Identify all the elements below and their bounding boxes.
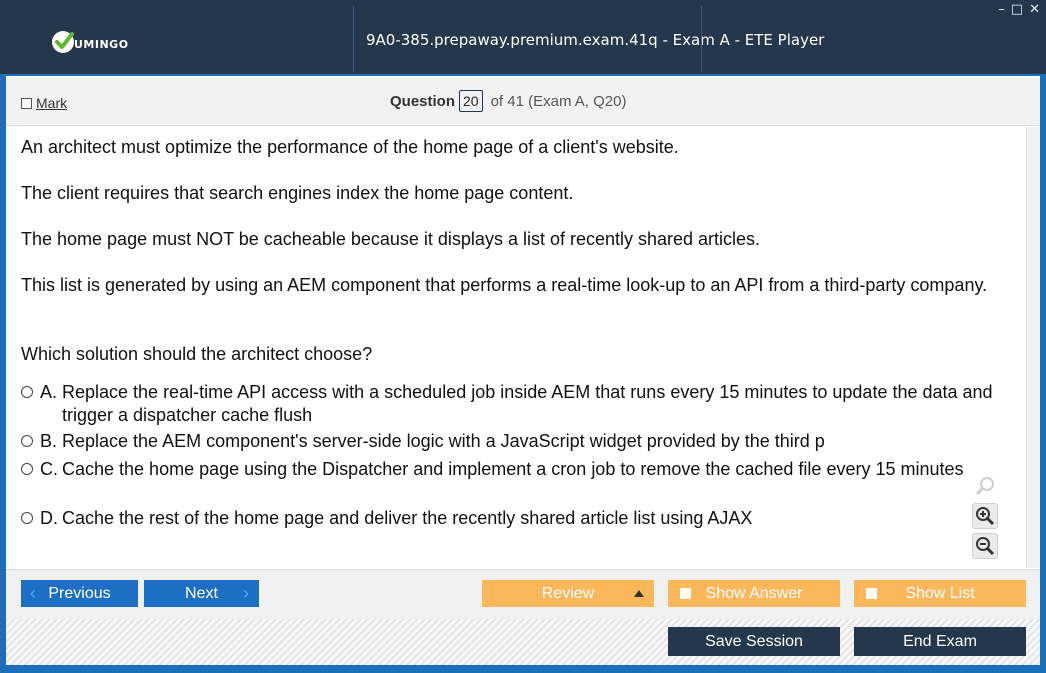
save-session-label: Save Session bbox=[705, 632, 803, 650]
show-answer-label: Show Answer bbox=[705, 584, 803, 602]
vertical-scrollbar[interactable] bbox=[1026, 127, 1040, 568]
show-list-label: Show List bbox=[905, 584, 975, 602]
caret-up-icon bbox=[634, 590, 644, 597]
app-logo: UMINGO bbox=[50, 26, 129, 56]
option-text[interactable]: Replace the real-time API access with a … bbox=[62, 381, 1011, 427]
question-paragraph: This list is generated by using an AEM c… bbox=[21, 275, 988, 295]
window-controls: – □ ✕ bbox=[998, 3, 1040, 17]
chevron-right-icon: › bbox=[243, 583, 249, 603]
option-letter: B. bbox=[40, 431, 58, 451]
question-word: Question bbox=[390, 92, 456, 110]
title-divider bbox=[701, 6, 702, 72]
end-exam-button[interactable]: End Exam bbox=[854, 627, 1026, 656]
close-icon[interactable]: ✕ bbox=[1029, 3, 1040, 17]
radio-button[interactable] bbox=[21, 463, 33, 475]
answer-option-a[interactable]: A. Replace the real-time API access with… bbox=[21, 381, 1011, 427]
option-letter: D. bbox=[40, 508, 58, 528]
option-text[interactable]: Cache the rest of the home page and deli… bbox=[62, 507, 971, 530]
question-total: of 41 (Exam A, Q20) bbox=[490, 92, 627, 110]
show-list-button[interactable]: Show List bbox=[854, 580, 1026, 607]
mark-label[interactable]: Mark bbox=[36, 95, 67, 111]
show-answer-button[interactable]: Show Answer bbox=[668, 580, 840, 607]
question-header: Mark Question 20 of 41 (Exam A, Q20) bbox=[6, 78, 1040, 126]
radio-button[interactable] bbox=[21, 386, 33, 398]
end-exam-label: End Exam bbox=[903, 632, 977, 650]
minimize-icon[interactable]: – bbox=[998, 3, 1005, 17]
next-button[interactable]: Next › bbox=[144, 580, 259, 607]
option-text[interactable]: Replace the AEM component's server-side … bbox=[62, 430, 1011, 453]
previous-label: Previous bbox=[48, 584, 111, 602]
checkbox-icon[interactable] bbox=[680, 588, 691, 599]
logo-text: UMINGO bbox=[74, 37, 129, 51]
title-divider bbox=[353, 6, 354, 72]
question-prompt: Which solution should the architect choo… bbox=[21, 344, 373, 364]
question-content: An architect must optimize the performan… bbox=[6, 127, 1026, 568]
window-title: 9A0-385.prepaway.premium.exam.41q - Exam… bbox=[366, 31, 825, 49]
answer-option-d[interactable]: D. Cache the rest of the home page and d… bbox=[21, 507, 971, 530]
question-paragraph: An architect must optimize the performan… bbox=[21, 137, 679, 157]
question-paragraph: The home page must NOT be cacheable beca… bbox=[21, 229, 761, 249]
previous-button[interactable]: ‹ Previous bbox=[21, 580, 138, 607]
frame-border bbox=[1040, 76, 1046, 673]
radio-button[interactable] bbox=[21, 512, 33, 524]
title-bar: UMINGO 9A0-385.prepaway.premium.exam.41q… bbox=[0, 0, 1046, 76]
answer-option-c[interactable]: C. Cache the home page using the Dispatc… bbox=[21, 458, 971, 481]
zoom-out-icon[interactable] bbox=[972, 533, 998, 559]
search-icon[interactable] bbox=[972, 473, 998, 499]
chevron-left-icon: ‹ bbox=[30, 583, 36, 603]
option-letter: C. bbox=[40, 459, 58, 479]
radio-button[interactable] bbox=[21, 435, 33, 447]
frame-border bbox=[0, 665, 1046, 673]
maximize-icon[interactable]: □ bbox=[1011, 3, 1023, 17]
option-text[interactable]: Cache the home page using the Dispatcher… bbox=[62, 458, 971, 481]
question-paragraph: The client requires that search engines … bbox=[21, 183, 574, 203]
question-number-input[interactable]: 20 bbox=[459, 90, 483, 112]
question-counter: Question 20 of 41 (Exam A, Q20) bbox=[390, 90, 627, 112]
mark-checkbox[interactable]: Mark bbox=[21, 95, 67, 111]
save-session-button[interactable]: Save Session bbox=[668, 627, 840, 656]
review-label: Review bbox=[541, 584, 595, 602]
answer-option-b[interactable]: B. Replace the AEM component's server-si… bbox=[21, 430, 1011, 453]
zoom-in-icon[interactable] bbox=[972, 503, 998, 529]
next-label: Next bbox=[185, 584, 218, 602]
review-button[interactable]: Review bbox=[482, 580, 654, 607]
option-letter: A. bbox=[40, 382, 58, 402]
checkbox-icon[interactable] bbox=[866, 588, 877, 599]
checkbox-icon[interactable] bbox=[21, 97, 32, 109]
